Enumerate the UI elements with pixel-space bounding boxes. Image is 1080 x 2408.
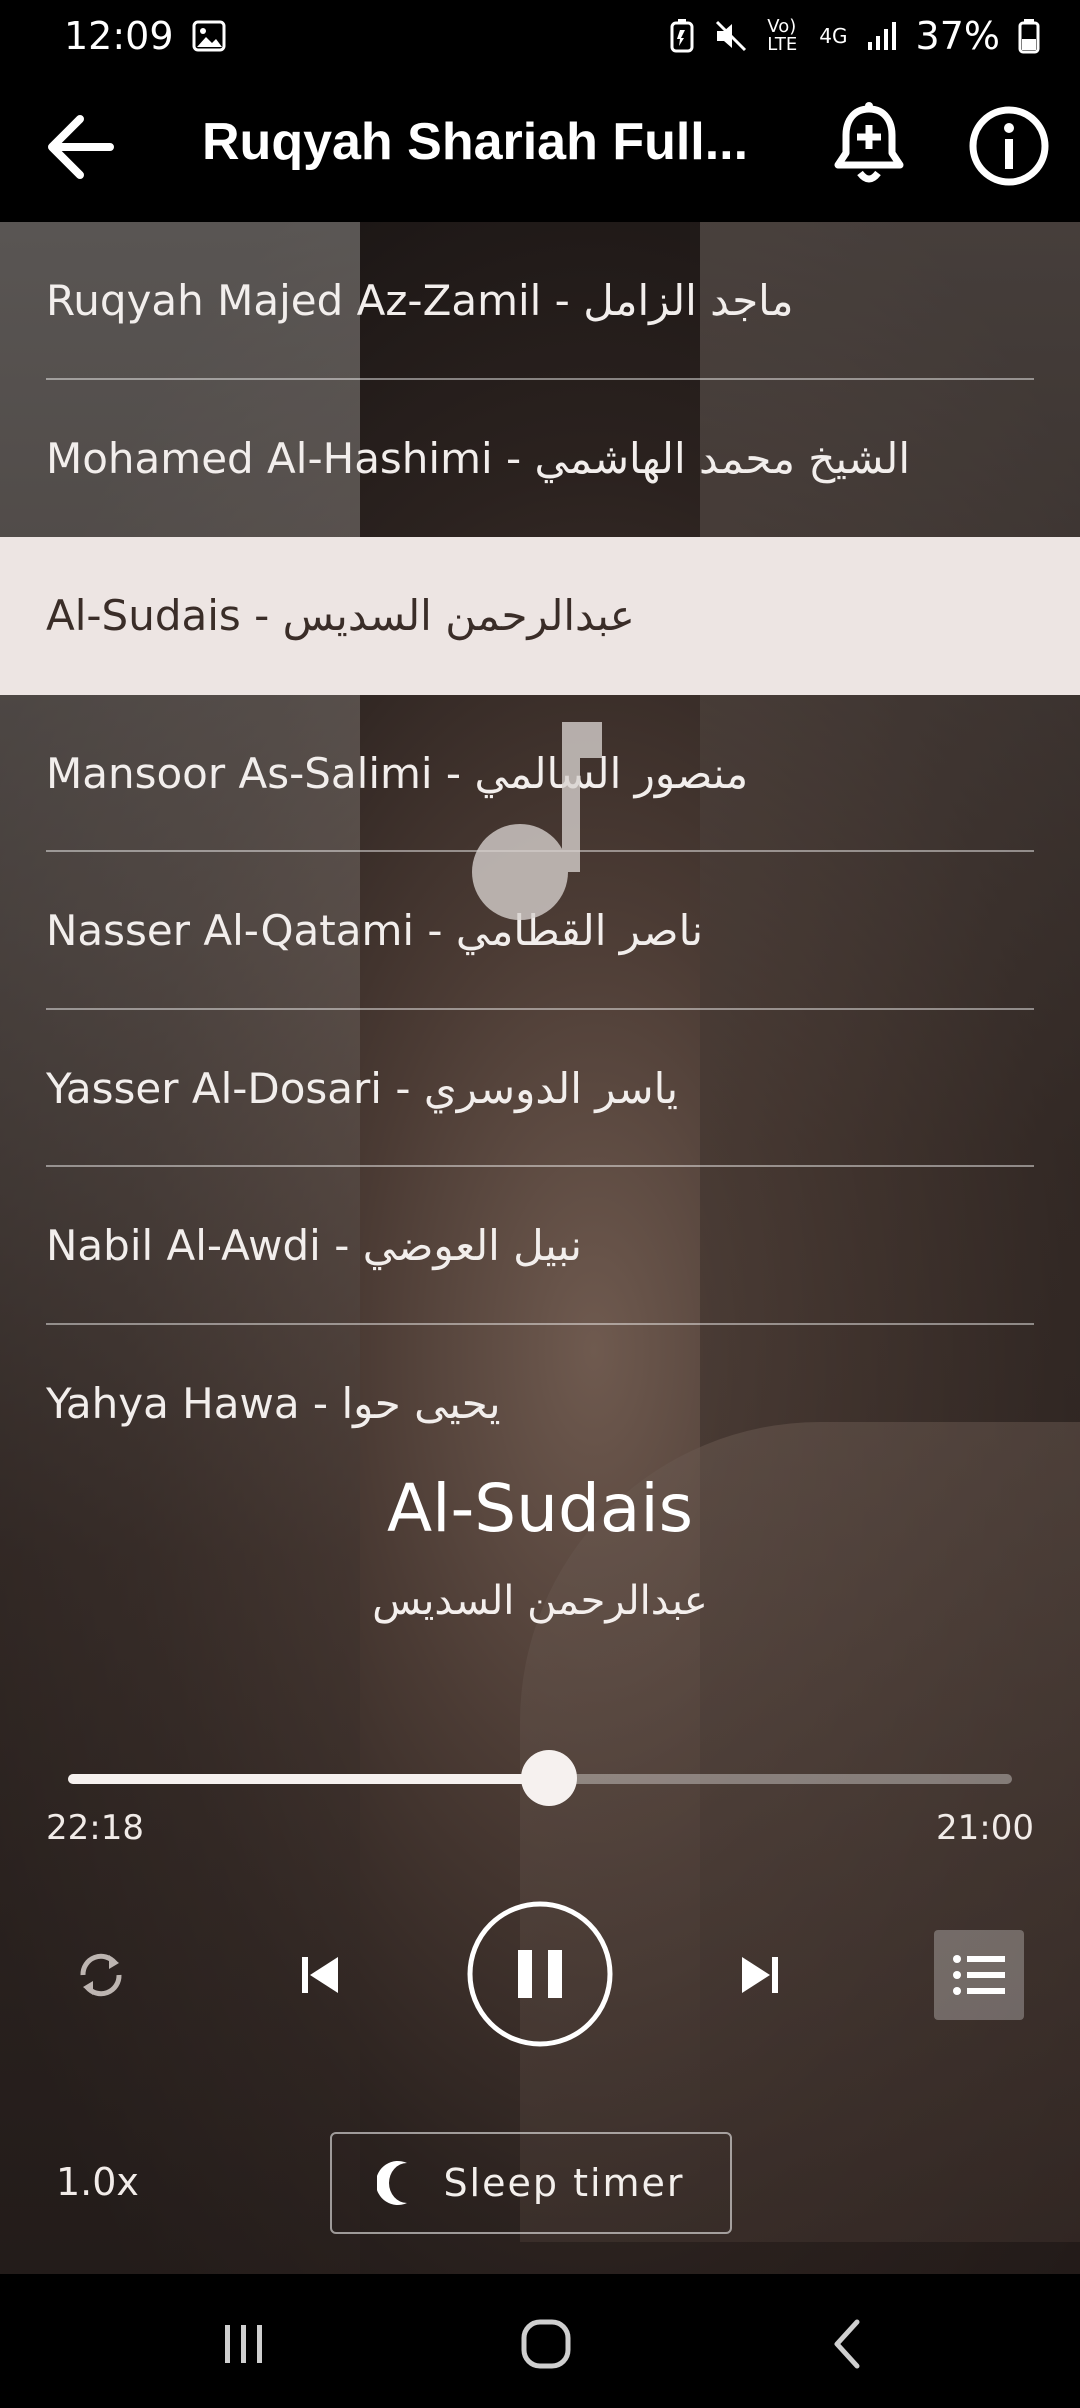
back-button[interactable] xyxy=(40,107,120,187)
list-item-label: Al-Sudais - عبدالرحمن السديس xyxy=(46,591,635,641)
chevron-left-icon xyxy=(834,2319,860,2369)
back-nav-button[interactable] xyxy=(808,2304,888,2384)
seek-progress xyxy=(68,1774,550,1784)
next-button[interactable] xyxy=(720,1940,800,2010)
skip-next-icon xyxy=(742,1957,778,1993)
status-right: Vo) LTE 4G 37% xyxy=(669,14,1040,58)
status-left: 12:09 xyxy=(64,14,226,58)
list-item[interactable]: Ruqyah Majed Az-Zamil - ماجد الزامل xyxy=(0,222,1080,380)
repeat-button[interactable] xyxy=(66,1940,136,2010)
sleep-timer-label: Sleep timer xyxy=(443,2161,685,2205)
network-label: 4G xyxy=(819,24,848,48)
list-item[interactable]: Nabil Al-Awdi - نبيل العوضي xyxy=(0,1167,1080,1325)
list-item[interactable]: Yasser Al-Dosari - ياسر الدوسري xyxy=(0,1010,1080,1167)
total-time: 21:00 xyxy=(936,1808,1034,1848)
page-title: Ruqyah Shariah Full... xyxy=(202,113,749,171)
home-button[interactable] xyxy=(506,2304,586,2384)
bell-plus-icon xyxy=(834,102,904,183)
pause-button[interactable] xyxy=(466,1900,614,2048)
mute-icon xyxy=(713,18,749,54)
list-item-selected[interactable]: Al-Sudais - عبدالرحمن السديس xyxy=(0,537,1080,695)
sleep-timer-button[interactable]: Sleep timer xyxy=(330,2132,732,2234)
arrow-left-icon xyxy=(48,115,114,179)
signal-icon xyxy=(866,20,898,52)
battery-saver-icon xyxy=(669,18,695,54)
playback-speed[interactable]: 1.0x xyxy=(56,2160,139,2204)
playlist-icon xyxy=(953,1955,1005,1995)
gallery-icon xyxy=(192,19,226,53)
status-time: 12:09 xyxy=(64,14,174,58)
list-item-label: Yahya Hawa - يحيى حوا xyxy=(46,1378,501,1428)
home-icon xyxy=(521,2319,571,2369)
battery-percent: 37% xyxy=(915,14,1000,58)
previous-button[interactable] xyxy=(280,1940,360,2010)
volte-label: Vo) LTE xyxy=(767,16,798,55)
now-playing-subtitle: عبدالرحمن السديس xyxy=(372,1578,708,1624)
elapsed-time: 22:18 xyxy=(46,1808,144,1848)
subscribe-button[interactable] xyxy=(828,100,910,192)
playback-controls xyxy=(0,1900,1080,2050)
repeat-icon xyxy=(80,1953,122,1997)
list-item-label: Mansoor As-Salimi - منصور السالمي xyxy=(46,748,749,798)
playlist-button[interactable] xyxy=(934,1930,1024,2020)
music-note-icon xyxy=(472,722,602,920)
moon-icon xyxy=(377,2161,408,2205)
info-icon xyxy=(969,106,1049,186)
skip-previous-icon xyxy=(302,1957,338,1993)
seek-bar[interactable] xyxy=(68,1750,1012,1806)
system-navigation-bar xyxy=(0,2274,1080,2408)
list-item[interactable]: Yahya Hawa - يحيى حوا xyxy=(0,1325,1080,1483)
info-button[interactable] xyxy=(965,102,1053,190)
list-item[interactable]: Mohamed Al-Hashimi - الشيخ محمد الهاشمي xyxy=(0,380,1080,538)
recent-apps-icon xyxy=(225,2325,262,2363)
now-playing-title: Al-Sudais xyxy=(386,1470,694,1547)
status-bar: 12:09 Vo) LTE 4G 37% xyxy=(0,0,1080,72)
list-item-label: Nabil Al-Awdi - نبيل العوضي xyxy=(46,1221,582,1271)
list-item-label: Ruqyah Majed Az-Zamil - ماجد الزامل xyxy=(46,276,794,326)
list-item-label: Mohamed Al-Hashimi - الشيخ محمد الهاشمي xyxy=(46,433,911,483)
battery-icon xyxy=(1018,18,1040,54)
pause-icon xyxy=(467,1901,613,2047)
recent-apps-button[interactable] xyxy=(204,2304,284,2384)
app-bar: Ruqyah Shariah Full... xyxy=(0,72,1080,222)
list-item-label: Yasser Al-Dosari - ياسر الدوسري xyxy=(46,1063,679,1113)
